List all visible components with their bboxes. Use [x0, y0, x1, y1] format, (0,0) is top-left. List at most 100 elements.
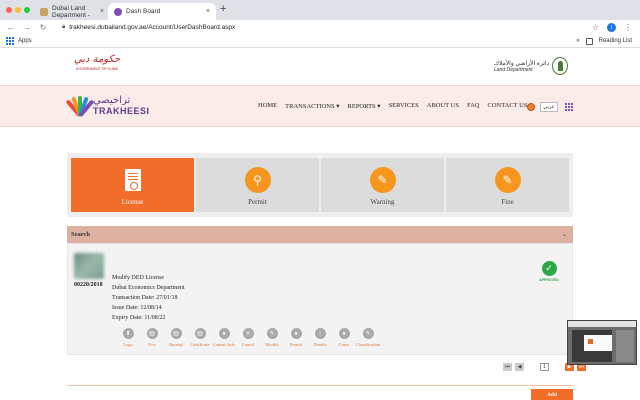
action-contact-info[interactable]: ● Contact Info [212, 328, 236, 347]
dld-logo-english: Land Department [494, 66, 533, 73]
back-icon[interactable]: ← [6, 23, 16, 32]
receipt-icon: ▤ [170, 328, 182, 339]
apps-bookmark[interactable]: Apps [18, 38, 32, 44]
edit-icon: ✎ [494, 167, 521, 193]
more-bookmarks-icon[interactable]: » [576, 38, 579, 44]
tile-license[interactable]: License [71, 158, 194, 212]
screen-recording-preview[interactable] [567, 320, 637, 365]
bookmarks-bar: Apps » Reading List [0, 35, 640, 48]
tab-close-icon[interactable]: × [206, 8, 210, 15]
prev-page-button[interactable]: ◀ [515, 363, 524, 371]
action-label: Certificate [190, 342, 210, 347]
status-text: APPROVED [539, 278, 559, 282]
tile-permit[interactable]: ⚲ Permit [196, 158, 319, 212]
permit-icon: ● [290, 328, 302, 339]
bookmarks-right: » Reading List [576, 37, 632, 45]
current-page[interactable]: 1 [540, 363, 549, 371]
logo-row: حكومة دبي GOVERNMENT OF DUBAI دائرة الأر… [0, 48, 640, 85]
category-tiles: License ⚲ Permit ✎ Warning ✎ Fine [67, 153, 573, 217]
reading-list-icon [585, 37, 593, 45]
nav-home[interactable]: HOME [258, 102, 277, 110]
tab-close-icon[interactable]: × [100, 8, 104, 15]
action-certificate[interactable]: ▤ Certificate [188, 328, 212, 347]
transaction-date: Transaction Date: 27/01/18 [112, 295, 178, 301]
gov-logo-caption: GOVERNMENT OF DUBAI [75, 67, 119, 71]
action-label: Classification [355, 342, 381, 347]
tile-label: Permit [248, 198, 267, 206]
action-cases[interactable]: ● Cases [332, 328, 356, 347]
trakheesi-favicon [114, 7, 122, 16]
action-noc[interactable]: ▤ Noc [140, 328, 164, 347]
action-cancel[interactable]: ✕ Cancel [236, 328, 260, 347]
window-close-dot[interactable] [6, 7, 12, 13]
trakheesi-arabic: تراخيصي [93, 94, 131, 106]
license-card: 00220/2018 Modify DED License Dubai Econ… [67, 243, 573, 355]
nav-reports[interactable]: REPORTS ▾ [348, 102, 381, 110]
cancel-icon: ✕ [242, 328, 254, 339]
nav-services[interactable]: SERVICES [389, 102, 419, 110]
toolbar-right: ☆ I ⋮ [592, 23, 632, 32]
tab-dubai-land-department[interactable]: Dubai Land Department - × [34, 3, 110, 20]
reload-icon[interactable]: ↻ [38, 23, 48, 32]
nav-transactions[interactable]: TRANSACTIONS ▾ [285, 102, 339, 110]
license-icon [120, 167, 146, 193]
trakheesi-wordmark: تراخيصي TRAKHEESI [93, 95, 150, 116]
reading-list-button[interactable]: Reading List [599, 38, 632, 44]
government-of-dubai-logo[interactable]: حكومة دبي GOVERNMENT OF DUBAI [72, 54, 122, 78]
action-label: Receipt [169, 342, 183, 347]
action-label: Details [313, 342, 327, 347]
contact-icon: ● [218, 328, 230, 339]
action-logo[interactable]: ⬆ Logo [116, 328, 140, 347]
action-receipt[interactable]: ▤ Receipt [164, 328, 188, 347]
license-thumbnail [74, 253, 104, 279]
nav-about-us[interactable]: ABOUT US [427, 102, 459, 110]
user-badge-icon[interactable] [527, 103, 535, 111]
site-header: تراخيصي TRAKHEESI HOME TRANSACTIONS ▾ RE… [0, 85, 640, 127]
land-department-logo[interactable]: دائرة الأراضي والأملاك Land Department [494, 54, 569, 78]
tile-warning[interactable]: ✎ Warning [321, 158, 444, 212]
profile-avatar[interactable]: I [607, 23, 616, 32]
address-bar[interactable]: trakheesi.dubailand.gov.ae/Account/UserD… [69, 24, 235, 31]
gov-logo-script: حكومة دبي [73, 54, 121, 65]
expiry-date: Expiry Date: 11/08/22 [112, 315, 166, 321]
action-classification[interactable]: ✎ Classification [356, 328, 380, 347]
issue-date: Issue Date: 12/08/14 [112, 305, 162, 311]
add-button[interactable]: Add [531, 389, 573, 400]
tile-label: Warning [370, 198, 395, 206]
dld-logo-arabic: دائرة الأراضي والأملاك [494, 60, 550, 67]
apps-menu-icon[interactable] [565, 103, 573, 111]
cases-icon: ● [338, 328, 350, 339]
license-department: Dubai Economics Department [112, 285, 185, 291]
first-page-button[interactable]: ⏮ [503, 363, 512, 371]
tile-fine[interactable]: ✎ Fine [446, 158, 569, 212]
action-details[interactable]: i Details [308, 328, 332, 347]
action-permit[interactable]: ● Permit [284, 328, 308, 347]
window-minimize-dot[interactable] [15, 7, 21, 13]
tab-title: Dash Board [126, 8, 161, 15]
new-tab-icon[interactable]: + [220, 3, 226, 15]
nav-faq[interactable]: FAQ [467, 102, 480, 110]
language-toggle-button[interactable]: عربي [540, 102, 558, 112]
classification-icon: ✎ [362, 328, 374, 339]
license-details: Modify DED License Dubai Economics Depar… [112, 273, 185, 323]
license-title: Modify DED License [112, 275, 164, 281]
forward-icon[interactable]: → [22, 23, 32, 32]
action-bar: ⬆ Logo ▤ Noc ▤ Receipt ▤ Certificate ● Contac… [116, 328, 380, 347]
tab-dash-board[interactable]: Dash Board × [108, 3, 216, 20]
action-modify[interactable]: ✎ Modify [260, 328, 284, 347]
document-icon: ▤ [146, 328, 158, 339]
menu-kebab-icon[interactable]: ⋮ [624, 23, 632, 32]
nav-contact-us[interactable]: CONTACT US [488, 102, 528, 110]
edit-icon: ✎ [266, 328, 278, 339]
search-panel-toggle[interactable]: Search ⌄ [67, 226, 573, 243]
edit-icon: ✎ [369, 167, 396, 193]
window-zoom-dot[interactable] [24, 7, 30, 13]
bookmark-star-icon[interactable]: ☆ [592, 23, 599, 32]
lock-icon[interactable]: 🔒︎ [62, 24, 65, 31]
dld-logo-text: دائرة الأراضي والأملاك Land Department [494, 60, 549, 73]
action-label: Cancel [241, 342, 255, 347]
apps-grid-icon[interactable] [6, 37, 14, 45]
trakheesi-logo[interactable]: تراخيصي TRAKHEESI [65, 94, 150, 118]
section-divider [67, 385, 573, 386]
action-label: Logo [123, 342, 133, 347]
